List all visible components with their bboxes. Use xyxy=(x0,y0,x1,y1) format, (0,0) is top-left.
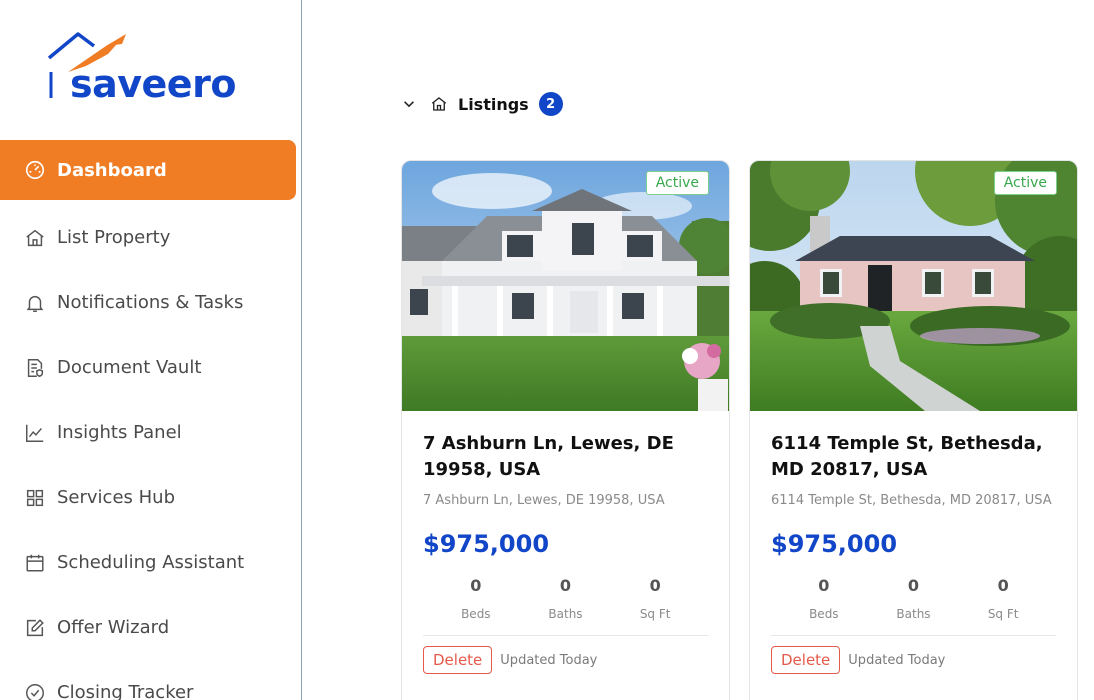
listing-title[interactable]: 7 Ashburn Ln, Lewes, DE 19958, USA xyxy=(423,431,708,483)
sidebar-item-label: Document Vault xyxy=(57,357,202,378)
updated-timestamp: Updated Today xyxy=(848,652,946,668)
sidebar-item-label: Offer Wizard xyxy=(57,617,170,638)
sidebar-item-label: Insights Panel xyxy=(57,422,182,443)
sidebar-item-list-property[interactable]: List Property xyxy=(0,205,301,270)
updated-timestamp: Updated Today xyxy=(500,652,598,668)
sidebar-item-insights-panel[interactable]: Insights Panel xyxy=(0,400,301,465)
home-icon xyxy=(24,227,46,249)
sqft-label: Sq Ft xyxy=(639,607,671,621)
listing-price: $975,000 xyxy=(423,530,550,558)
status-badge: Active xyxy=(645,171,709,195)
sidebar-item-closing-tracker[interactable]: Closing Tracker xyxy=(0,660,301,700)
listing-stats: 0 Beds 0 Baths 0 Sq Ft xyxy=(423,576,708,621)
sidebar-item-services-hub[interactable]: Services Hub xyxy=(0,465,301,530)
main-content: Listings 2 Active 7 Ashburn Ln, Lewes, D… xyxy=(302,0,1094,700)
house-photo-image xyxy=(402,161,729,411)
sidebar-item-label: Dashboard xyxy=(57,159,167,181)
property-photo[interactable]: Active xyxy=(750,161,1077,411)
sidebar-item-label: Notifications & Tasks xyxy=(57,292,244,313)
bell-icon xyxy=(24,292,46,314)
sqft-value: 0 xyxy=(997,576,1009,595)
sqft-value: 0 xyxy=(649,576,661,595)
sidebar-nav: Dashboard List Property Notifications & … xyxy=(0,140,301,700)
listing-card-body: 7 Ashburn Ln, Lewes, DE 19958, USA 7 Ash… xyxy=(402,411,729,674)
listing-address: 6114 Temple St, Bethesda, MD 20817, USA xyxy=(771,493,1052,508)
dashboard-gauge-icon xyxy=(24,159,46,181)
beds-stat: 0 Beds xyxy=(784,576,864,621)
edit-icon xyxy=(24,617,46,639)
sidebar-item-notifications[interactable]: Notifications & Tasks xyxy=(0,270,301,335)
sidebar-item-label: Services Hub xyxy=(57,487,175,508)
listing-title[interactable]: 6114 Temple St, Bethesda, MD 20817, USA xyxy=(771,431,1056,483)
property-photo[interactable]: Active xyxy=(402,161,729,411)
beds-label: Beds xyxy=(461,607,491,621)
listing-card-body: 6114 Temple St, Bethesda, MD 20817, USA … xyxy=(750,411,1077,674)
card-divider xyxy=(771,635,1056,636)
listing-address: 7 Ashburn Ln, Lewes, DE 19958, USA xyxy=(423,493,665,508)
listing-card[interactable]: Active 7 Ashburn Ln, Lewes, DE 19958, US… xyxy=(401,160,730,700)
app-root: saveero Dashboard List Property Notifica… xyxy=(0,0,1094,700)
sidebar: saveero Dashboard List Property Notifica… xyxy=(0,0,302,700)
sidebar-item-document-vault[interactable]: Document Vault xyxy=(0,335,301,400)
sidebar-item-label: Scheduling Assistant xyxy=(57,552,245,573)
beds-value: 0 xyxy=(470,576,482,595)
delete-button[interactable]: Delete xyxy=(423,646,493,674)
calendar-icon xyxy=(24,552,46,574)
listing-card-footer: Delete Updated Today xyxy=(771,646,1056,674)
check-circle-icon xyxy=(24,682,46,700)
baths-value: 0 xyxy=(559,576,572,595)
beds-label: Beds xyxy=(809,607,839,621)
beds-value: 0 xyxy=(818,576,830,595)
baths-value: 0 xyxy=(907,576,920,595)
line-chart-icon xyxy=(24,422,46,444)
sidebar-item-dashboard[interactable]: Dashboard xyxy=(0,140,296,200)
listing-price: $975,000 xyxy=(771,530,898,558)
document-shield-icon xyxy=(24,357,46,379)
baths-label: Baths xyxy=(896,607,931,621)
house-photo-image xyxy=(750,161,1077,411)
status-badge: Active xyxy=(993,171,1057,195)
listing-stats: 0 Beds 0 Baths 0 Sq Ft xyxy=(771,576,1056,621)
sqft-label: Sq Ft xyxy=(987,607,1019,621)
listing-card[interactable]: Active 6114 Temple St, Bethesda, MD 2081… xyxy=(749,160,1078,700)
listings-section-header[interactable]: Listings 2 xyxy=(402,92,563,116)
grid-icon xyxy=(24,487,46,509)
baths-stat: 0 Baths xyxy=(525,576,605,621)
beds-stat: 0 Beds xyxy=(436,576,516,621)
sqft-stat: 0 Sq Ft xyxy=(963,576,1043,621)
listing-card-footer: Delete Updated Today xyxy=(423,646,708,674)
card-divider xyxy=(423,635,708,636)
chevron-down-icon[interactable] xyxy=(402,97,416,111)
sidebar-item-offer-wizard[interactable]: Offer Wizard xyxy=(0,595,301,660)
saveero-logo[interactable]: saveero xyxy=(46,28,246,108)
sidebar-item-label: Closing Tracker xyxy=(57,682,194,700)
sqft-stat: 0 Sq Ft xyxy=(615,576,695,621)
listings-count-badge: 2 xyxy=(538,92,563,116)
baths-label: Baths xyxy=(548,607,583,621)
delete-button[interactable]: Delete xyxy=(771,646,841,674)
home-icon xyxy=(431,97,447,111)
listings-title: Listings xyxy=(458,94,529,114)
sidebar-item-scheduling-assistant[interactable]: Scheduling Assistant xyxy=(0,530,301,595)
logo-wordmark: saveero xyxy=(70,62,236,106)
sidebar-item-label: List Property xyxy=(57,227,171,248)
baths-stat: 0 Baths xyxy=(873,576,953,621)
